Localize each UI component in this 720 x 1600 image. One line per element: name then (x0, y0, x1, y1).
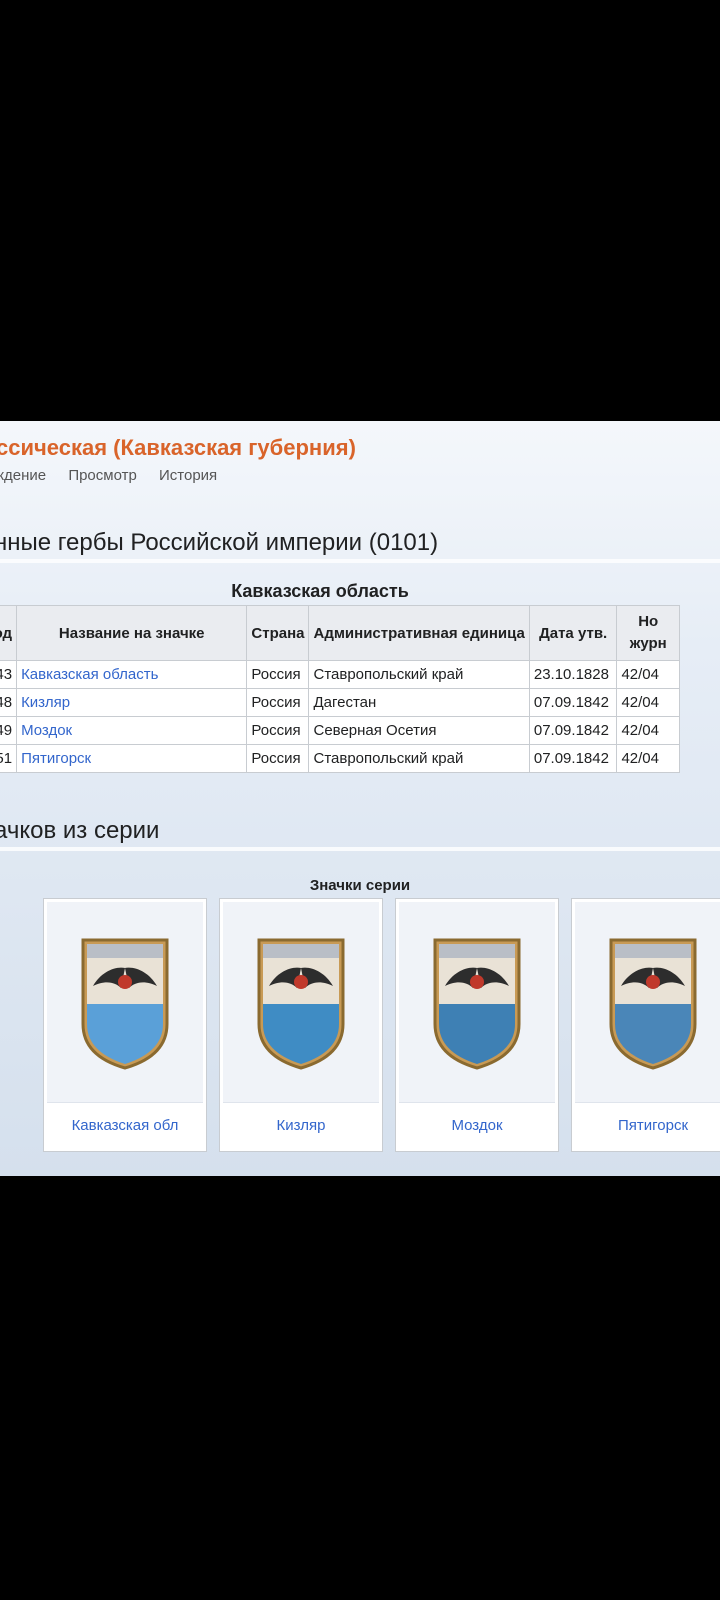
name-cell: Моздок (16, 716, 248, 745)
code-cell: 443 (0, 660, 18, 689)
tab-history[interactable]: История (159, 467, 217, 484)
badge-image[interactable] (575, 902, 720, 1103)
coat-of-arms-icon (257, 938, 345, 1070)
badge-gallery: Кавказская обл Кизляр Моздок Пятигорск (44, 899, 720, 1151)
coat-of-arms-icon (609, 938, 697, 1070)
country-cell: Россия (246, 688, 310, 717)
name-cell: Пятигорск (16, 744, 248, 773)
col-code: од (0, 605, 18, 661)
date-cell: 07.09.1842 (528, 716, 618, 745)
tab-discussion[interactable]: ждение (0, 467, 46, 484)
code-cell: 448 (0, 688, 18, 717)
table-caption: Кавказская область (231, 581, 409, 601)
badge-name-link[interactable]: Моздок (21, 722, 72, 739)
unit-cell: Дагестан (308, 688, 530, 717)
coat-of-arms-icon (433, 938, 521, 1070)
gallery-card[interactable]: Моздок (396, 899, 558, 1151)
country-cell: Россия (246, 744, 310, 773)
date-cell: 07.09.1842 (528, 744, 618, 773)
col-date: Дата утв. (528, 605, 618, 661)
date-cell: 07.09.1842 (528, 688, 618, 717)
section-heading-coats: нные гербы Российской империи (0101) (0, 529, 439, 556)
code-cell: 451 (0, 744, 18, 773)
country-cell: Россия (246, 716, 310, 745)
page-tabs: ждение Просмотр История (0, 467, 235, 484)
gallery-caption-link[interactable]: Моздок (399, 1103, 555, 1148)
code-cell: 449 (0, 716, 18, 745)
badge-name-link[interactable]: Пятигорск (21, 750, 91, 767)
badge-name-link[interactable]: Кавказская область (21, 666, 158, 683)
gallery-caption-link[interactable]: Пятигорск (575, 1103, 720, 1148)
table-header-row: од Название на значке Страна Администрат… (0, 605, 680, 661)
journal-cell: 42/04 (616, 744, 680, 773)
name-cell: Кавказская область (16, 660, 248, 689)
section-divider (0, 559, 720, 563)
badge-image[interactable] (399, 902, 555, 1103)
section-divider (0, 847, 720, 851)
col-name: Название на значке (16, 605, 248, 661)
gallery-card[interactable]: Пятигорск (572, 899, 720, 1151)
badge-image[interactable] (223, 902, 379, 1103)
gallery-card[interactable]: Кизляр (220, 899, 382, 1151)
date-cell: 23.10.1828 (528, 660, 618, 689)
unit-cell: Ставропольский край (308, 660, 530, 689)
badge-name-link[interactable]: Кизляр (21, 694, 70, 711)
coat-of-arms-icon (81, 938, 169, 1070)
table-row: 443Кавказская область РоссияСтавропольски… (0, 660, 680, 689)
gallery-caption-link[interactable]: Кавказская обл (47, 1103, 203, 1148)
table-row: 449Моздок РоссияСеверная Осетия07.09.1842… (0, 716, 680, 745)
unit-cell: Северная Осетия (308, 716, 530, 745)
table-row: 448Кизляр РоссияДагестан07.09.184242/04 (0, 688, 680, 717)
page-title: ссическая (Кавказская губерния) (0, 435, 356, 460)
table-row: 451Пятигорск РоссияСтавропольский край07.… (0, 744, 680, 773)
gallery-card[interactable]: Кавказская обл (44, 899, 206, 1151)
col-unit: Административная единица (308, 605, 530, 661)
section-heading-badges: ачков из серии (0, 817, 160, 844)
country-cell: Россия (246, 660, 310, 689)
name-cell: Кизляр (16, 688, 248, 717)
badge-image[interactable] (47, 902, 203, 1103)
gallery-caption-link[interactable]: Кизляр (223, 1103, 379, 1148)
journal-cell: 42/04 (616, 660, 680, 689)
badges-table: Кавказская область од Название на значке… (0, 577, 680, 773)
col-journal: Но журн (616, 605, 680, 661)
gallery-title: Значки серии (309, 877, 411, 894)
col-country: Страна (246, 605, 310, 661)
journal-cell: 42/04 (616, 688, 680, 717)
journal-cell: 42/04 (616, 716, 680, 745)
unit-cell: Ставропольский край (308, 744, 530, 773)
tab-view[interactable]: Просмотр (68, 467, 137, 484)
article-viewport: ссическая (Кавказская губерния) ждение П… (0, 421, 720, 1176)
